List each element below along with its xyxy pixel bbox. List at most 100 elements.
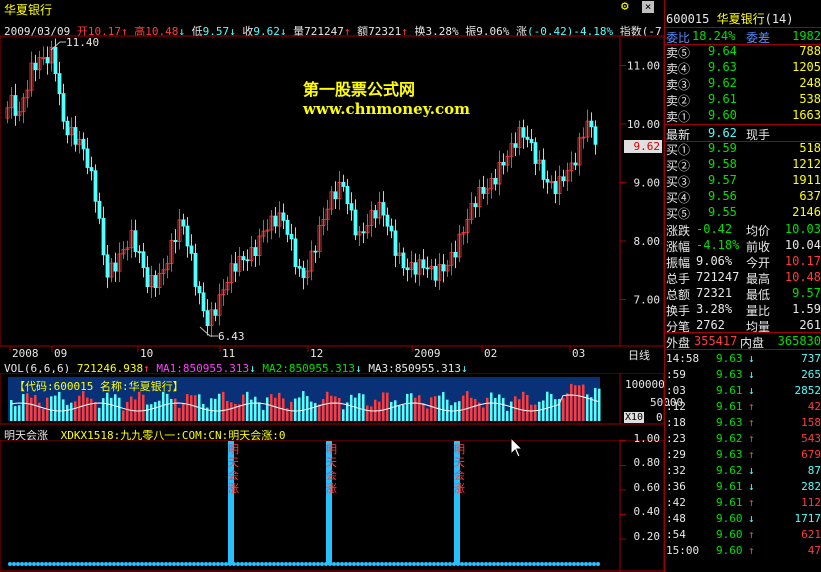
- bid-volume: 1212: [792, 157, 821, 171]
- zero-dot: [504, 562, 508, 566]
- stat-value: 261: [799, 318, 821, 332]
- tick-row[interactable]: :18 9.63 ↑ 158: [664, 415, 821, 431]
- zero-dot: [172, 562, 176, 566]
- candle-down: [541, 159, 546, 180]
- zero-dot: [92, 562, 96, 566]
- ask-row[interactable]: 卖⑤ 9.64 788: [664, 43, 821, 60]
- tick-time: :32: [666, 464, 686, 477]
- ask-row[interactable]: 卖② 9.61 538: [664, 91, 821, 108]
- volume-bar: [194, 395, 197, 421]
- zero-dot: [544, 562, 548, 566]
- tick-row[interactable]: :36 9.61 ↓ 282: [664, 479, 821, 495]
- zero-dot: [448, 562, 452, 566]
- volume-bar: [354, 397, 357, 421]
- candle-down: [65, 120, 70, 136]
- tick-volume: 265: [801, 368, 821, 381]
- tick-row[interactable]: :03 9.61 ↓ 2852: [664, 383, 821, 399]
- volume-bar: [330, 395, 333, 421]
- ask-volume: 1205: [792, 60, 821, 74]
- zero-dot: [100, 562, 104, 566]
- volume-bar: [150, 404, 153, 421]
- tick-row[interactable]: :29 9.63 ↑ 679: [664, 447, 821, 463]
- tick-price: 9.62: [716, 464, 743, 477]
- tick-row[interactable]: :12 9.61 ↑ 42: [664, 399, 821, 415]
- zero-dot: [508, 562, 512, 566]
- ask-row[interactable]: 卖① 9.60 1663: [664, 107, 821, 124]
- candle-down: [353, 209, 358, 236]
- bid-label: 买⑤: [666, 207, 691, 221]
- ask-price: 9.64: [708, 44, 737, 58]
- stat-row[interactable]: 振幅 9.06% 今开 10.17: [664, 253, 821, 270]
- tick-time: :48: [666, 512, 686, 525]
- ask-row[interactable]: 卖④ 9.63 1205: [664, 59, 821, 76]
- stat-row[interactable]: 涨跌 -0.42 均价 10.03: [664, 221, 821, 238]
- candle-down: [45, 57, 50, 64]
- tick-row[interactable]: 14:58 9.63 ↓ 737: [664, 351, 821, 367]
- tick-row[interactable]: 15:00 9.60 ↑ 47: [664, 543, 821, 559]
- bid-row[interactable]: 买⑤ 9.55 2146: [664, 204, 821, 221]
- tick-row[interactable]: :59 9.63 ↓ 265: [664, 367, 821, 383]
- volume-bar: [306, 396, 309, 421]
- tick-volume: 621: [801, 528, 821, 541]
- zero-dot: [364, 562, 368, 566]
- tick-row[interactable]: :54 9.60 ↑ 621: [664, 527, 821, 543]
- bid-row[interactable]: 买① 9.59 518: [664, 140, 821, 157]
- zero-dot: [240, 562, 244, 566]
- zero-dot: [76, 562, 80, 566]
- tick-time: :42: [666, 496, 686, 509]
- volume-bar: [190, 395, 193, 421]
- volume-bar: [406, 393, 409, 421]
- volume-bar: [110, 397, 113, 421]
- ask-row[interactable]: 卖③ 9.62 248: [664, 75, 821, 92]
- current-price-tag: 9.62: [624, 140, 662, 153]
- volume-bar: [470, 397, 473, 421]
- volume-bar: [490, 392, 493, 421]
- stat-row[interactable]: 分笔 2762 均量 261: [664, 317, 821, 334]
- tick-row[interactable]: :42 9.61 ↑ 112: [664, 495, 821, 511]
- order-ratio: 18.24%: [692, 29, 736, 43]
- volume-bar: [90, 398, 93, 421]
- tick-row[interactable]: :23 9.62 ↑ 543: [664, 431, 821, 447]
- tick-row[interactable]: :32 9.62 ↓ 87: [664, 463, 821, 479]
- volume-bar: [422, 403, 425, 421]
- stat-row[interactable]: 总额 72321 最低 9.57: [664, 285, 821, 302]
- volume-bar: [390, 401, 393, 421]
- zero-dot: [124, 562, 128, 566]
- stat-row[interactable]: 涨幅 -4.18% 前收 10.04: [664, 237, 821, 254]
- candle-down: [425, 267, 430, 270]
- zero-dot: [372, 562, 376, 566]
- arrow-down-icon: ↓: [748, 352, 755, 365]
- candle-down: [373, 210, 378, 219]
- zero-dot: [336, 562, 340, 566]
- zero-dot: [112, 562, 116, 566]
- volume-bar: [274, 397, 277, 421]
- volume-bar: [386, 392, 389, 421]
- stat-row[interactable]: 换手 3.28% 量比 1.59: [664, 301, 821, 318]
- volume-bar: [22, 394, 25, 421]
- candle-down: [233, 263, 238, 272]
- bid-row[interactable]: 买③ 9.57 1911: [664, 172, 821, 189]
- candle-down: [245, 259, 250, 262]
- candle-down: [137, 251, 142, 253]
- stat-value: 10.48: [784, 270, 821, 284]
- zero-dot: [84, 562, 88, 566]
- volume-bar: [338, 397, 341, 421]
- volume-bar: [170, 398, 173, 421]
- order-diff: 1982: [792, 29, 821, 43]
- tick-time: :12: [666, 400, 686, 413]
- price-chart[interactable]: 11.00 10.00 9.00 8.00 7.00: [0, 0, 664, 360]
- zero-dot: [480, 562, 484, 566]
- bid-row[interactable]: 买④ 9.56 637: [664, 188, 821, 205]
- bid-row[interactable]: 买② 9.58 1212: [664, 156, 821, 173]
- candle-down: [173, 239, 178, 242]
- tick-row[interactable]: :48 9.60 ↓ 1717: [664, 511, 821, 527]
- tick-volume: 543: [801, 432, 821, 445]
- volume-bar: [570, 383, 573, 421]
- volume-bar: [326, 391, 329, 421]
- stat-row[interactable]: 总手 721247 最高 10.48: [664, 269, 821, 286]
- zero-dot: [252, 562, 256, 566]
- zero-dot: [48, 562, 52, 566]
- zero-dot: [288, 562, 292, 566]
- signal-label: 明天会涨: [228, 443, 239, 495]
- zero-dot: [260, 562, 264, 566]
